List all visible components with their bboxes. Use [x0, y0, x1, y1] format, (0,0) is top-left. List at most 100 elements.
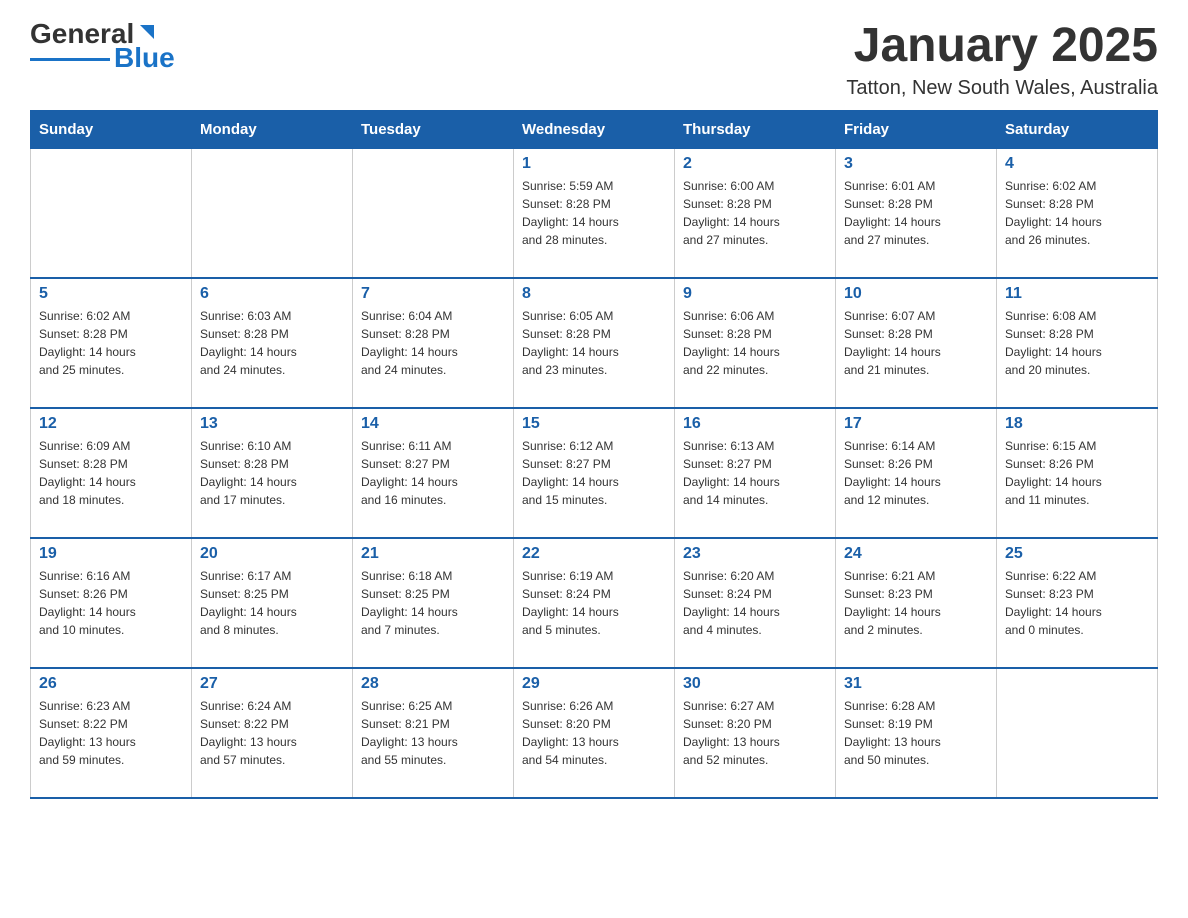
- cell-day-number: 9: [683, 285, 827, 303]
- cell-daylight-info: Sunrise: 6:00 AM Sunset: 8:28 PM Dayligh…: [683, 177, 827, 249]
- cell-daylight-info: Sunrise: 6:28 AM Sunset: 8:19 PM Dayligh…: [844, 697, 988, 769]
- cell-daylight-info: Sunrise: 6:23 AM Sunset: 8:22 PM Dayligh…: [39, 697, 183, 769]
- cell-day-number: 14: [361, 415, 505, 433]
- calendar-week-row: 5 Sunrise: 6:02 AM Sunset: 8:28 PM Daylig…: [31, 278, 1158, 408]
- calendar-cell: 10Sunrise: 6:07 AM Sunset: 8:28 PM Dayli…: [836, 278, 997, 408]
- calendar-subtitle: Tatton, New South Wales, Australia: [846, 77, 1158, 100]
- cell-day-number: 4: [1005, 155, 1149, 173]
- calendar-cell: 15 Sunrise: 6:12 AM Sunset: 8:27 PM Dayli…: [514, 408, 675, 538]
- cell-day-number: 18: [1005, 415, 1149, 433]
- calendar-week-row: 12 Sunrise: 6:09 AM Sunset: 8:28 PM Dayli…: [31, 408, 1158, 538]
- cell-day-number: 26: [39, 675, 183, 693]
- cell-day-number: 21: [361, 545, 505, 563]
- cell-day-number: 8: [522, 285, 666, 303]
- cell-daylight-info: Sunrise: 6:06 AM Sunset: 8:28 PM Dayligh…: [683, 307, 827, 379]
- cell-daylight-info: Sunrise: 6:12 AM Sunset: 8:27 PM Dayligh…: [522, 437, 666, 509]
- calendar-cell: 9 Sunrise: 6:06 AM Sunset: 8:28 PM Daylig…: [675, 278, 836, 408]
- cell-day-number: 16: [683, 415, 827, 433]
- cell-daylight-info: Sunrise: 6:21 AM Sunset: 8:23 PM Dayligh…: [844, 567, 988, 639]
- page-header: General Blue January 2025 Tatton, New So…: [30, 20, 1158, 100]
- calendar-cell: [997, 668, 1158, 798]
- cell-daylight-info: Sunrise: 6:09 AM Sunset: 8:28 PM Dayligh…: [39, 437, 183, 509]
- calendar-cell: [31, 148, 192, 278]
- cell-daylight-info: Sunrise: 6:20 AM Sunset: 8:24 PM Dayligh…: [683, 567, 827, 639]
- calendar-day-header: Wednesday: [514, 110, 675, 148]
- cell-day-number: 7: [361, 285, 505, 303]
- calendar-cell: 20 Sunrise: 6:17 AM Sunset: 8:25 PM Dayli…: [192, 538, 353, 668]
- calendar-cell: 29 Sunrise: 6:26 AM Sunset: 8:20 PM Dayli…: [514, 668, 675, 798]
- cell-daylight-info: Sunrise: 6:07 AM Sunset: 8:28 PM Dayligh…: [844, 307, 988, 379]
- cell-daylight-info: Sunrise: 6:01 AM Sunset: 8:28 PM Dayligh…: [844, 177, 988, 249]
- calendar-cell: 2Sunrise: 6:00 AM Sunset: 8:28 PM Daylig…: [675, 148, 836, 278]
- cell-daylight-info: Sunrise: 6:10 AM Sunset: 8:28 PM Dayligh…: [200, 437, 344, 509]
- cell-daylight-info: Sunrise: 6:03 AM Sunset: 8:28 PM Dayligh…: [200, 307, 344, 379]
- cell-day-number: 24: [844, 545, 988, 563]
- calendar-cell: 18 Sunrise: 6:15 AM Sunset: 8:26 PM Dayli…: [997, 408, 1158, 538]
- cell-daylight-info: Sunrise: 6:19 AM Sunset: 8:24 PM Dayligh…: [522, 567, 666, 639]
- cell-daylight-info: Sunrise: 6:15 AM Sunset: 8:26 PM Dayligh…: [1005, 437, 1149, 509]
- calendar-day-header: Friday: [836, 110, 997, 148]
- calendar-week-row: 26 Sunrise: 6:23 AM Sunset: 8:22 PM Dayli…: [31, 668, 1158, 798]
- logo-blue: Blue: [114, 44, 175, 72]
- calendar-cell: 23 Sunrise: 6:20 AM Sunset: 8:24 PM Dayli…: [675, 538, 836, 668]
- cell-day-number: 29: [522, 675, 666, 693]
- cell-day-number: 6: [200, 285, 344, 303]
- cell-daylight-info: Sunrise: 6:04 AM Sunset: 8:28 PM Dayligh…: [361, 307, 505, 379]
- calendar-cell: 14 Sunrise: 6:11 AM Sunset: 8:27 PM Dayli…: [353, 408, 514, 538]
- cell-day-number: 19: [39, 545, 183, 563]
- cell-daylight-info: Sunrise: 6:26 AM Sunset: 8:20 PM Dayligh…: [522, 697, 666, 769]
- cell-day-number: 11: [1005, 285, 1149, 303]
- cell-daylight-info: Sunrise: 6:27 AM Sunset: 8:20 PM Dayligh…: [683, 697, 827, 769]
- calendar-cell: 11Sunrise: 6:08 AM Sunset: 8:28 PM Dayli…: [997, 278, 1158, 408]
- cell-day-number: 17: [844, 415, 988, 433]
- logo-triangle-icon: [136, 21, 158, 43]
- cell-day-number: 22: [522, 545, 666, 563]
- cell-day-number: 31: [844, 675, 988, 693]
- cell-day-number: 27: [200, 675, 344, 693]
- calendar-cell: 12 Sunrise: 6:09 AM Sunset: 8:28 PM Dayli…: [31, 408, 192, 538]
- calendar-cell: 26 Sunrise: 6:23 AM Sunset: 8:22 PM Dayli…: [31, 668, 192, 798]
- cell-day-number: 3: [844, 155, 988, 173]
- calendar-cell: 17 Sunrise: 6:14 AM Sunset: 8:26 PM Dayli…: [836, 408, 997, 538]
- cell-daylight-info: Sunrise: 6:11 AM Sunset: 8:27 PM Dayligh…: [361, 437, 505, 509]
- cell-daylight-info: Sunrise: 6:24 AM Sunset: 8:22 PM Dayligh…: [200, 697, 344, 769]
- calendar-cell: 5 Sunrise: 6:02 AM Sunset: 8:28 PM Daylig…: [31, 278, 192, 408]
- calendar-cell: 21Sunrise: 6:18 AM Sunset: 8:25 PM Dayli…: [353, 538, 514, 668]
- calendar-title: January 2025: [846, 20, 1158, 73]
- cell-day-number: 15: [522, 415, 666, 433]
- cell-day-number: 28: [361, 675, 505, 693]
- calendar-cell: 8 Sunrise: 6:05 AM Sunset: 8:28 PM Daylig…: [514, 278, 675, 408]
- cell-daylight-info: Sunrise: 6:05 AM Sunset: 8:28 PM Dayligh…: [522, 307, 666, 379]
- calendar-cell: 19Sunrise: 6:16 AM Sunset: 8:26 PM Dayli…: [31, 538, 192, 668]
- calendar-cell: 1 Sunrise: 5:59 AM Sunset: 8:28 PM Daylig…: [514, 148, 675, 278]
- calendar-cell: 7 Sunrise: 6:04 AM Sunset: 8:28 PM Daylig…: [353, 278, 514, 408]
- cell-daylight-info: Sunrise: 6:13 AM Sunset: 8:27 PM Dayligh…: [683, 437, 827, 509]
- cell-day-number: 1: [522, 155, 666, 173]
- cell-day-number: 25: [1005, 545, 1149, 563]
- calendar-week-row: 1 Sunrise: 5:59 AM Sunset: 8:28 PM Daylig…: [31, 148, 1158, 278]
- cell-daylight-info: Sunrise: 6:02 AM Sunset: 8:28 PM Dayligh…: [1005, 177, 1149, 249]
- cell-day-number: 20: [200, 545, 344, 563]
- calendar-day-header: Tuesday: [353, 110, 514, 148]
- calendar-cell: 30Sunrise: 6:27 AM Sunset: 8:20 PM Dayli…: [675, 668, 836, 798]
- calendar-cell: 4 Sunrise: 6:02 AM Sunset: 8:28 PM Daylig…: [997, 148, 1158, 278]
- cell-daylight-info: Sunrise: 6:17 AM Sunset: 8:25 PM Dayligh…: [200, 567, 344, 639]
- cell-daylight-info: Sunrise: 6:02 AM Sunset: 8:28 PM Dayligh…: [39, 307, 183, 379]
- cell-day-number: 13: [200, 415, 344, 433]
- calendar-cell: 22 Sunrise: 6:19 AM Sunset: 8:24 PM Dayli…: [514, 538, 675, 668]
- cell-daylight-info: Sunrise: 5:59 AM Sunset: 8:28 PM Dayligh…: [522, 177, 666, 249]
- calendar-cell: 31 Sunrise: 6:28 AM Sunset: 8:19 PM Dayli…: [836, 668, 997, 798]
- calendar-day-header: Sunday: [31, 110, 192, 148]
- calendar-week-row: 19Sunrise: 6:16 AM Sunset: 8:26 PM Dayli…: [31, 538, 1158, 668]
- cell-daylight-info: Sunrise: 6:14 AM Sunset: 8:26 PM Dayligh…: [844, 437, 988, 509]
- cell-day-number: 12: [39, 415, 183, 433]
- calendar-cell: [353, 148, 514, 278]
- calendar-cell: 24 Sunrise: 6:21 AM Sunset: 8:23 PM Dayli…: [836, 538, 997, 668]
- cell-daylight-info: Sunrise: 6:22 AM Sunset: 8:23 PM Dayligh…: [1005, 567, 1149, 639]
- calendar-cell: 13 Sunrise: 6:10 AM Sunset: 8:28 PM Dayli…: [192, 408, 353, 538]
- cell-day-number: 5: [39, 285, 183, 303]
- cell-day-number: 23: [683, 545, 827, 563]
- calendar-cell: 3 Sunrise: 6:01 AM Sunset: 8:28 PM Daylig…: [836, 148, 997, 278]
- calendar-cell: 6 Sunrise: 6:03 AM Sunset: 8:28 PM Daylig…: [192, 278, 353, 408]
- cell-daylight-info: Sunrise: 6:25 AM Sunset: 8:21 PM Dayligh…: [361, 697, 505, 769]
